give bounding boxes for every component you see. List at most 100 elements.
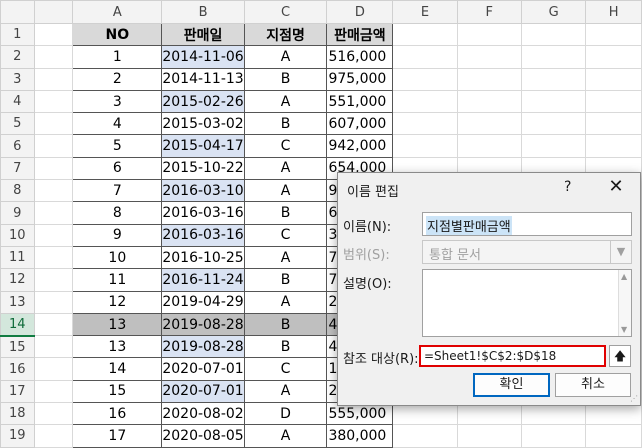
date-cell[interactable]: 2016-03-10 — [161, 179, 245, 203]
amount-cell[interactable]: 380,000 — [326, 424, 394, 448]
branch-cell[interactable]: B — [243, 335, 328, 359]
amount-cell[interactable]: 942,000 — [326, 134, 394, 158]
date-cell[interactable]: 2014-11-06 — [161, 45, 245, 69]
branch-cell[interactable]: C — [243, 134, 328, 158]
date-cell[interactable]: 2016-10-25 — [161, 245, 245, 270]
date-cell[interactable]: 2020-08-02 — [161, 402, 245, 426]
empty-cell[interactable] — [392, 134, 458, 158]
branch-cell[interactable]: A — [243, 424, 328, 448]
empty-cell[interactable] — [392, 45, 458, 69]
cell-blank[interactable] — [33, 268, 74, 292]
cell-blank[interactable] — [33, 201, 74, 225]
no-cell[interactable]: 13 — [72, 312, 163, 337]
amount-cell[interactable]: 551,000 — [326, 89, 394, 114]
empty-cell[interactable] — [392, 67, 458, 91]
empty-cell[interactable] — [456, 67, 522, 91]
empty-cell[interactable] — [456, 22, 522, 47]
select-all-corner[interactable] — [0, 0, 35, 24]
cell-blank[interactable] — [33, 290, 74, 314]
empty-cell[interactable] — [456, 45, 522, 69]
no-cell[interactable]: 6 — [72, 156, 163, 181]
date-cell[interactable]: 2016-03-16 — [161, 201, 245, 225]
cell-blank[interactable] — [33, 156, 74, 181]
row-header[interactable]: 15 — [0, 335, 35, 359]
collapse-dialog-icon[interactable]: 🡅 — [609, 345, 631, 367]
resize-grip-icon[interactable]: ⋰ — [630, 394, 638, 403]
branch-cell[interactable]: B — [243, 201, 328, 225]
empty-cell[interactable] — [585, 22, 642, 47]
column-title[interactable]: 지점명 — [243, 22, 328, 47]
column-header-c[interactable]: C — [243, 0, 328, 24]
no-cell[interactable]: 12 — [72, 290, 163, 314]
date-cell[interactable]: 2015-03-02 — [161, 112, 245, 136]
empty-cell[interactable] — [585, 89, 642, 114]
column-title[interactable]: NO — [72, 22, 163, 47]
name-input[interactable]: 지점별판매금액 — [422, 212, 632, 236]
row-header[interactable]: 3 — [0, 67, 35, 91]
amount-cell[interactable]: 607,000 — [326, 112, 394, 136]
row-header[interactable]: 13 — [0, 290, 35, 314]
no-cell[interactable]: 4 — [72, 112, 163, 136]
cell-blank[interactable] — [33, 89, 74, 114]
empty-cell[interactable] — [520, 424, 587, 448]
date-cell[interactable]: 2015-02-26 — [161, 89, 245, 114]
column-header-blank[interactable] — [33, 0, 74, 24]
empty-cell[interactable] — [392, 22, 458, 47]
empty-cell[interactable] — [585, 134, 642, 158]
empty-cell[interactable] — [456, 89, 522, 114]
date-cell[interactable]: 2015-10-22 — [161, 156, 245, 181]
no-cell[interactable]: 8 — [72, 201, 163, 225]
description-scrollbar[interactable]: ▲ ▼ — [618, 270, 631, 336]
no-cell[interactable]: 9 — [72, 223, 163, 247]
empty-cell[interactable] — [392, 89, 458, 114]
cell-blank[interactable] — [33, 134, 74, 158]
no-cell[interactable]: 10 — [72, 245, 163, 270]
no-cell[interactable]: 15 — [72, 379, 163, 404]
cell-blank[interactable] — [33, 67, 74, 91]
row-header[interactable]: 19 — [0, 424, 35, 448]
row-header[interactable]: 1 — [0, 22, 35, 47]
row-header[interactable]: 11 — [0, 245, 35, 270]
branch-cell[interactable]: A — [243, 245, 328, 270]
row-header[interactable]: 4 — [0, 89, 35, 114]
row-header[interactable]: 8 — [0, 179, 35, 203]
ok-button[interactable]: 확인 — [473, 373, 550, 397]
column-header-b[interactable]: B — [161, 0, 245, 24]
empty-cell[interactable] — [520, 22, 587, 47]
cell-blank[interactable] — [33, 379, 74, 404]
no-cell[interactable]: 14 — [72, 357, 163, 381]
cell-blank[interactable] — [33, 179, 74, 203]
empty-cell[interactable] — [520, 89, 587, 114]
date-cell[interactable]: 2019-04-29 — [161, 290, 245, 314]
cell-blank[interactable] — [33, 312, 74, 337]
date-cell[interactable]: 2019-08-28 — [161, 335, 245, 359]
column-header-a[interactable]: A — [72, 0, 163, 24]
no-cell[interactable]: 7 — [72, 179, 163, 203]
row-header[interactable]: 12 — [0, 268, 35, 292]
date-cell[interactable]: 2014-11-13 — [161, 67, 245, 91]
cell-blank[interactable] — [33, 335, 74, 359]
no-cell[interactable]: 5 — [72, 134, 163, 158]
branch-cell[interactable]: B — [243, 312, 328, 337]
branch-cell[interactable]: A — [243, 45, 328, 69]
scroll-down-icon[interactable]: ▼ — [621, 325, 627, 334]
help-button[interactable]: ? — [564, 179, 571, 195]
column-title[interactable]: 판매금액 — [326, 22, 394, 47]
branch-cell[interactable]: A — [243, 156, 328, 181]
branch-cell[interactable]: A — [243, 179, 328, 203]
row-header[interactable]: 16 — [0, 357, 35, 381]
no-cell[interactable]: 17 — [72, 424, 163, 448]
row-header[interactable]: 14 — [0, 312, 35, 337]
scope-select[interactable]: 통합 문서 ▼ — [422, 240, 632, 264]
row-header[interactable]: 9 — [0, 201, 35, 225]
empty-cell[interactable] — [456, 134, 522, 158]
branch-cell[interactable]: A — [243, 290, 328, 314]
branch-cell[interactable]: B — [243, 112, 328, 136]
empty-cell[interactable] — [456, 424, 522, 448]
row-header[interactable]: 7 — [0, 156, 35, 181]
cell-blank[interactable] — [33, 45, 74, 69]
amount-cell[interactable]: 975,000 — [326, 67, 394, 91]
row-header[interactable]: 5 — [0, 112, 35, 136]
scroll-up-icon[interactable]: ▲ — [621, 272, 627, 281]
date-cell[interactable]: 2020-07-01 — [161, 357, 245, 381]
